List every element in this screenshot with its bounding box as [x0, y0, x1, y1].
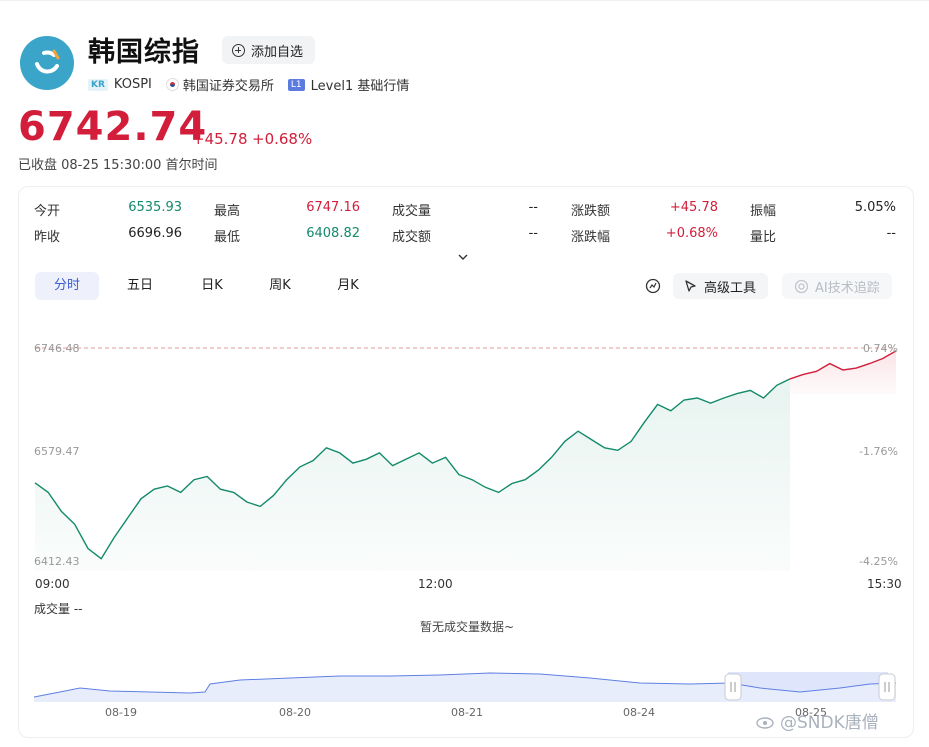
weibo-icon — [756, 716, 774, 729]
navigator-date-2: 08-20 — [279, 706, 311, 719]
navigator-handle-left[interactable] — [724, 673, 742, 701]
watermark-text: @SNDK唐僧 — [780, 713, 879, 733]
navigator-date-4: 08-24 — [623, 706, 655, 719]
navigator-date-1: 08-19 — [105, 706, 137, 719]
navigator-handle-right[interactable] — [878, 673, 896, 701]
time-navigator[interactable] — [0, 0, 929, 747]
watermark: @SNDK唐僧 — [756, 708, 879, 733]
navigator-date-3: 08-21 — [451, 706, 483, 719]
